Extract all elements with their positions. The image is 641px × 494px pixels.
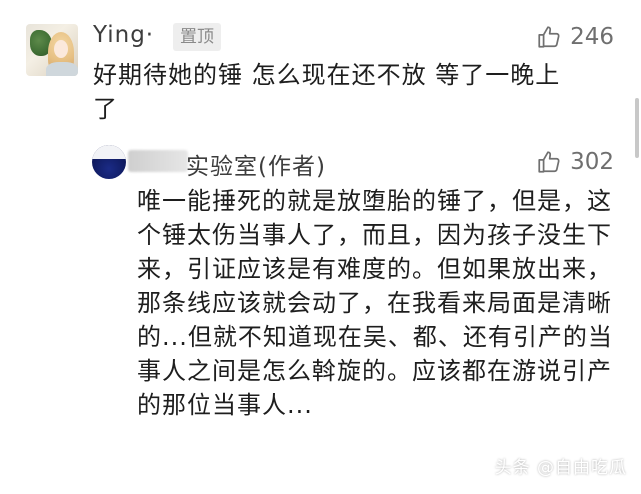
avatar-shirt-shape	[46, 62, 78, 76]
like-count: 246	[570, 24, 614, 50]
reply-text: 唯一能捶死的就是放堕胎的锤了，但是，这个锤太伤当事人了，而且，因为孩子没生下来，…	[137, 187, 613, 419]
watermark: 头条 @自由吃瓜	[494, 458, 627, 478]
avatar-redaction	[92, 145, 126, 159]
reply-like-button[interactable]: 302	[536, 149, 614, 175]
redacted-name-blur	[128, 150, 188, 172]
thumbs-up-icon	[538, 151, 560, 173]
pinned-badge: 置顶	[173, 23, 221, 51]
thumbs-up-icon	[538, 26, 560, 48]
scrollbar[interactable]	[635, 98, 639, 158]
reply-username[interactable]: 实验室(作者)	[186, 147, 326, 181]
comment-text: 好期待她的锤 怎么现在还不放 等了一晚上了	[93, 61, 561, 123]
reply-like-count: 302	[570, 149, 614, 175]
like-button[interactable]: 246	[536, 24, 614, 50]
username-text: Ying	[93, 22, 146, 48]
reply-avatar[interactable]	[92, 145, 126, 179]
avatar[interactable]	[26, 24, 78, 76]
comment-username[interactable]: Ying·	[93, 22, 154, 48]
username-dot: ·	[145, 22, 155, 48]
avatar-face-shape	[54, 40, 68, 58]
